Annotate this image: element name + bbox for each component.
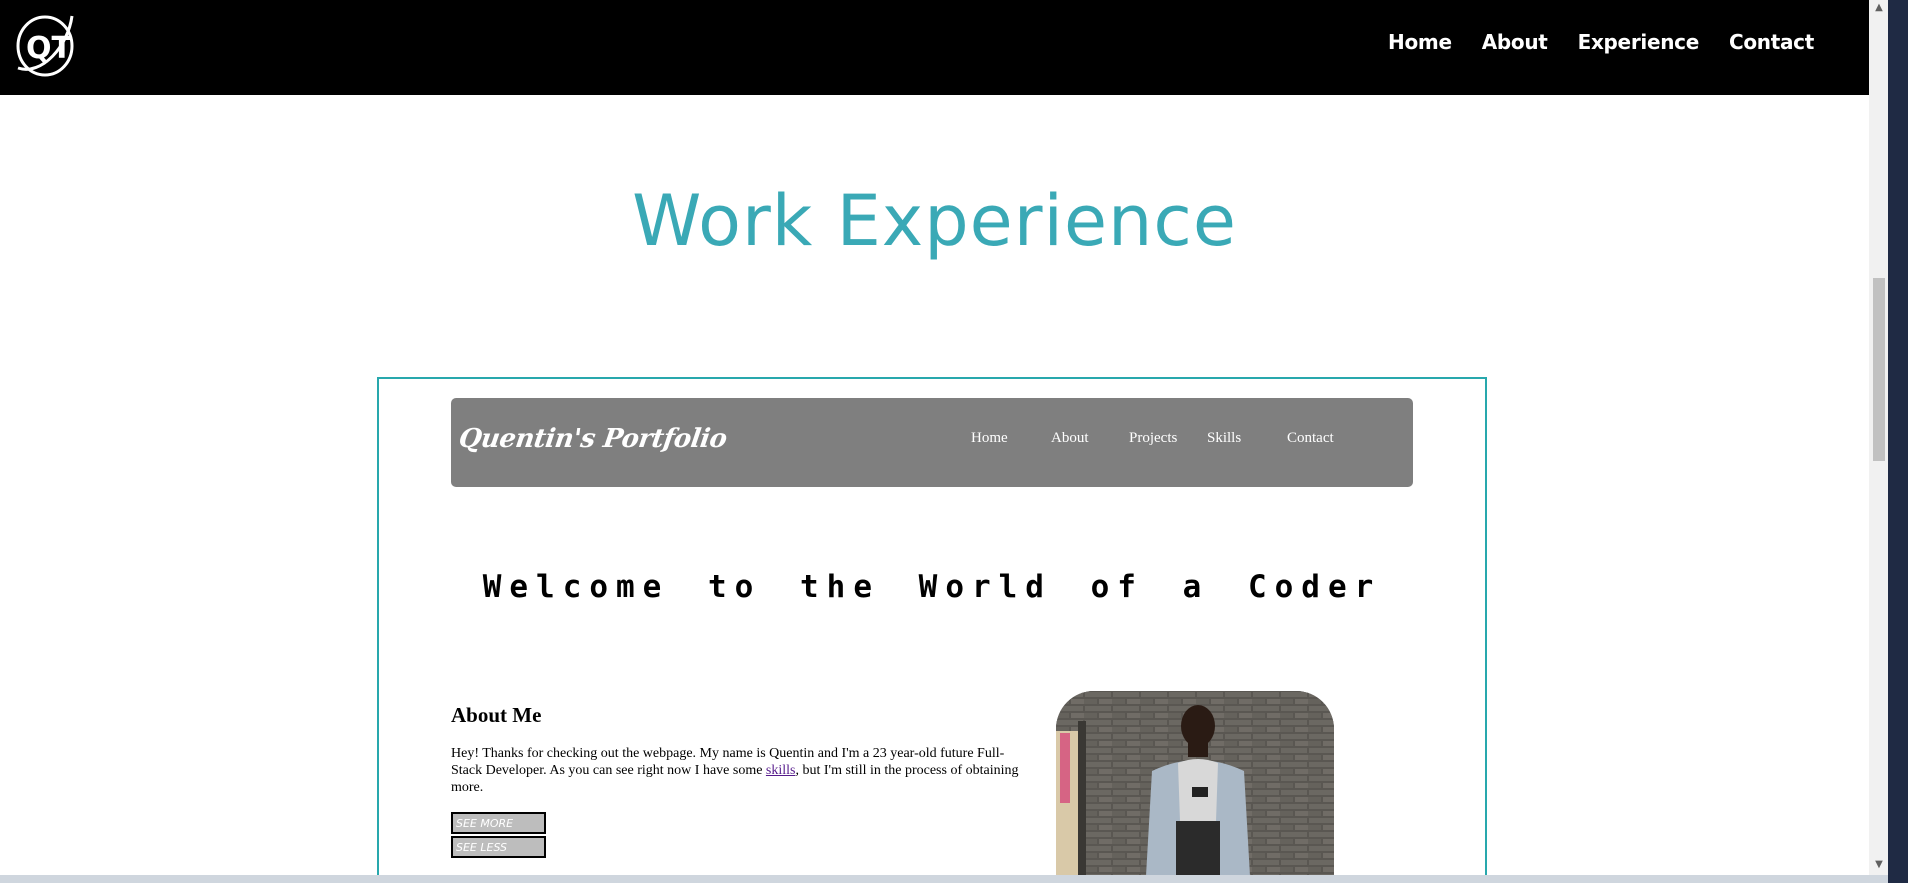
preview-nav-projects[interactable]: Projects xyxy=(1129,430,1177,447)
experience-preview-frame[interactable]: Quentin's Portfolio Home About Projects … xyxy=(377,377,1487,875)
about-heading: About Me xyxy=(451,703,542,727)
top-navbar: QT Home About Experience Contact xyxy=(0,0,1869,95)
about-paragraph: Hey! Thanks for checking out the webpage… xyxy=(451,745,1031,796)
nav-contact-link[interactable]: Contact xyxy=(1729,30,1814,54)
preview-nav-home[interactable]: Home xyxy=(971,430,1008,447)
see-more-button[interactable]: SEE MORE xyxy=(451,812,546,834)
welcome-heading: Welcome to the World of a Coder xyxy=(482,569,1382,605)
skills-link[interactable]: skills xyxy=(766,763,796,778)
scroll-down-arrow-icon[interactable]: ▼ xyxy=(1873,859,1885,871)
page-scrollbar[interactable]: ▲ ▼ xyxy=(1869,0,1888,875)
preview-header: Quentin's Portfolio Home About Projects … xyxy=(451,398,1413,487)
person-portrait-photo xyxy=(1056,691,1334,875)
window-bottom-edge xyxy=(0,875,1888,883)
preview-brand: Quentin's Portfolio xyxy=(456,424,729,454)
qt-logo-icon[interactable]: QT xyxy=(12,6,78,80)
preview-nav-contact[interactable]: Contact xyxy=(1287,430,1334,447)
svg-text:QT: QT xyxy=(26,31,73,66)
nav-experience-link[interactable]: Experience xyxy=(1578,30,1700,54)
nav-home-link[interactable]: Home xyxy=(1388,30,1452,54)
nav-about-link[interactable]: About xyxy=(1482,30,1548,54)
section-title: Work Experience xyxy=(632,180,1237,262)
preview-nav-about[interactable]: About xyxy=(1051,430,1089,447)
scroll-up-arrow-icon[interactable]: ▲ xyxy=(1873,2,1885,14)
see-less-button[interactable]: SEE LESS xyxy=(451,836,546,858)
background-window-edge xyxy=(1888,0,1908,883)
main-nav: Home About Experience Contact xyxy=(1388,30,1814,54)
scrollbar-thumb[interactable] xyxy=(1873,278,1885,461)
portfolio-page: QT Home About Experience Contact Work Ex… xyxy=(0,0,1869,875)
preview-nav-skills[interactable]: Skills xyxy=(1207,430,1241,447)
